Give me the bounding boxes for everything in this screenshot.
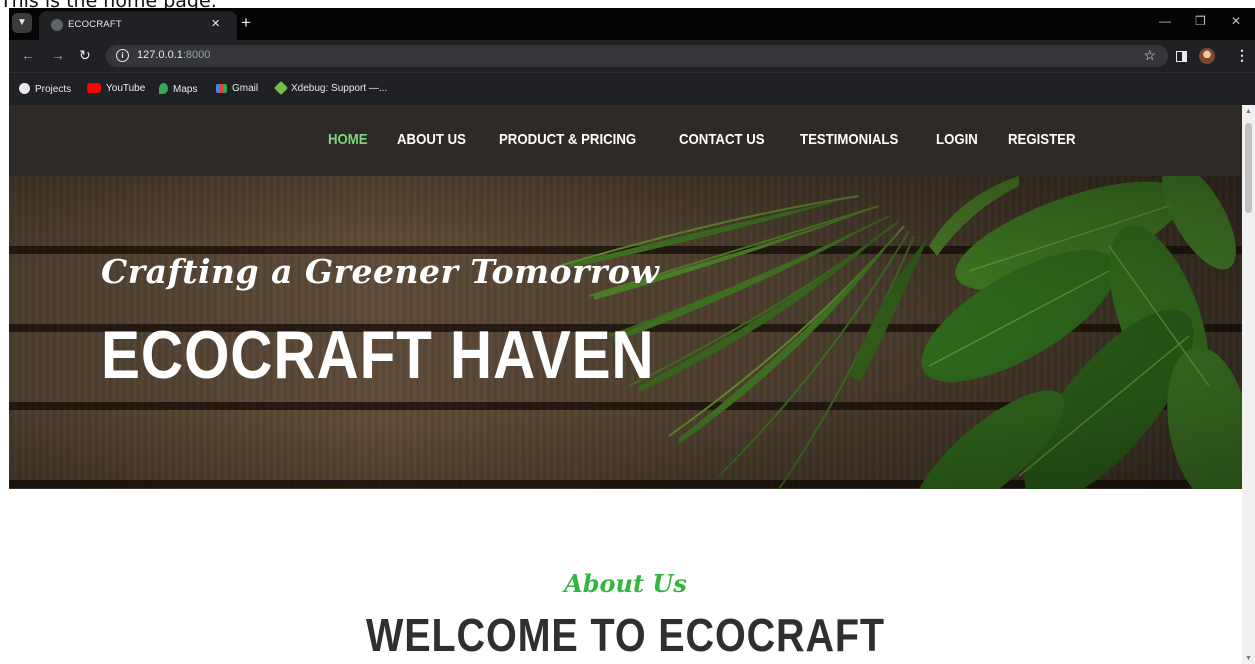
hero-banner: Crafting a Greener Tomorrow ECOCRAFT HAV… <box>9 176 1242 489</box>
reload-icon[interactable]: ↻ <box>79 47 91 64</box>
bookmark-star-icon[interactable]: ☆ <box>1143 47 1156 64</box>
scroll-down-icon[interactable]: ▼ <box>1245 655 1252 662</box>
bookmark-gmail[interactable]: Gmail <box>216 83 258 94</box>
bookmark-label: Projects <box>35 84 72 95</box>
tab-title: ECOCRAFT <box>68 19 122 30</box>
youtube-icon <box>87 83 101 93</box>
about-title: WELCOME TO ECOCRAFT <box>366 609 885 661</box>
browser-tab[interactable]: ECOCRAFT ✕ <box>39 11 237 40</box>
close-window-icon[interactable]: ✕ <box>1231 14 1241 28</box>
bookmark-xdebug[interactable]: Xdebug: Support —... <box>273 80 388 96</box>
about-subtitle: About Us <box>564 569 687 598</box>
scroll-thumb[interactable] <box>1245 123 1252 213</box>
tab-strip: ▼ ECOCRAFT ✕ + — ❐ ✕ <box>9 8 1255 40</box>
forward-icon[interactable]: → <box>51 47 65 63</box>
site-info-icon[interactable]: i <box>116 49 129 62</box>
bookmark-youtube[interactable]: YouTube <box>87 83 145 94</box>
bookmark-maps[interactable]: Maps <box>159 83 197 95</box>
hero-title: ECOCRAFT HAVEN <box>101 317 655 393</box>
nav-list: HOME ABOUT US PRODUCT & PRICING CONTACT US T… <box>328 131 1108 148</box>
bookmark-label: Maps <box>173 84 198 95</box>
restore-icon[interactable]: ❐ <box>1195 14 1206 28</box>
url-port: :8000 <box>182 49 211 61</box>
bookmark-label: Xdebug: Support —... <box>291 83 388 94</box>
browser-toolbar: ← → ↻ i 127.0.0.1:8000 ☆ ⋮ <box>9 40 1255 72</box>
url-host: 127.0.0.1 <box>137 49 183 61</box>
globe-icon <box>51 19 63 31</box>
nav-item-contact-us[interactable]: CONTACT US <box>679 131 765 148</box>
site-nav: HOME ABOUT US PRODUCT & PRICING CONTACT US T… <box>9 105 1242 176</box>
browser-window: ▼ ECOCRAFT ✕ + — ❐ ✕ ← → ↻ i 127.0.0.1:8… <box>9 8 1255 664</box>
web-page: HOME ABOUT US PRODUCT & PRICING CONTACT US T… <box>9 105 1242 664</box>
new-tab-button[interactable]: + <box>241 13 251 33</box>
xdebug-icon <box>273 80 289 96</box>
bookmark-label: Gmail <box>232 83 259 94</box>
bookmark-projects[interactable]: Projects <box>19 83 71 95</box>
close-tab-icon[interactable]: ✕ <box>211 17 220 30</box>
nav-item-product-pricing[interactable]: PRODUCT & PRICING <box>499 131 636 148</box>
hero-tagline: Crafting a Greener Tomorrow <box>101 252 660 291</box>
nav-item-testimonials[interactable]: TESTIMONIALS <box>800 131 898 148</box>
nav-item-home[interactable]: HOME <box>328 131 368 148</box>
maps-icon <box>159 83 168 94</box>
bookmark-label: YouTube <box>106 83 146 94</box>
tab-search-button[interactable]: ▼ <box>12 13 32 33</box>
bookmarks-bar: Projects YouTube Maps Gmail Xdebug: Supp… <box>9 72 1255 106</box>
globe-icon <box>19 83 30 94</box>
url-text[interactable]: 127.0.0.1:8000 <box>137 49 210 61</box>
address-bar[interactable]: i 127.0.0.1:8000 ☆ <box>106 45 1168 67</box>
side-panel-icon[interactable] <box>1176 51 1187 62</box>
nav-item-register[interactable]: REGISTER <box>1008 131 1075 148</box>
caption-text: This is the home page: <box>0 0 218 12</box>
page-scrollbar[interactable]: ▲ ▼ <box>1242 105 1255 664</box>
gmail-icon <box>216 84 227 93</box>
profile-avatar[interactable] <box>1199 48 1215 64</box>
back-icon[interactable]: ← <box>21 47 35 63</box>
nav-item-about-us[interactable]: ABOUT US <box>397 131 466 148</box>
menu-kebab-icon[interactable]: ⋮ <box>1235 47 1249 64</box>
nav-item-login[interactable]: LOGIN <box>936 131 978 148</box>
minimize-icon[interactable]: — <box>1159 14 1171 28</box>
scroll-up-icon[interactable]: ▲ <box>1245 108 1252 115</box>
